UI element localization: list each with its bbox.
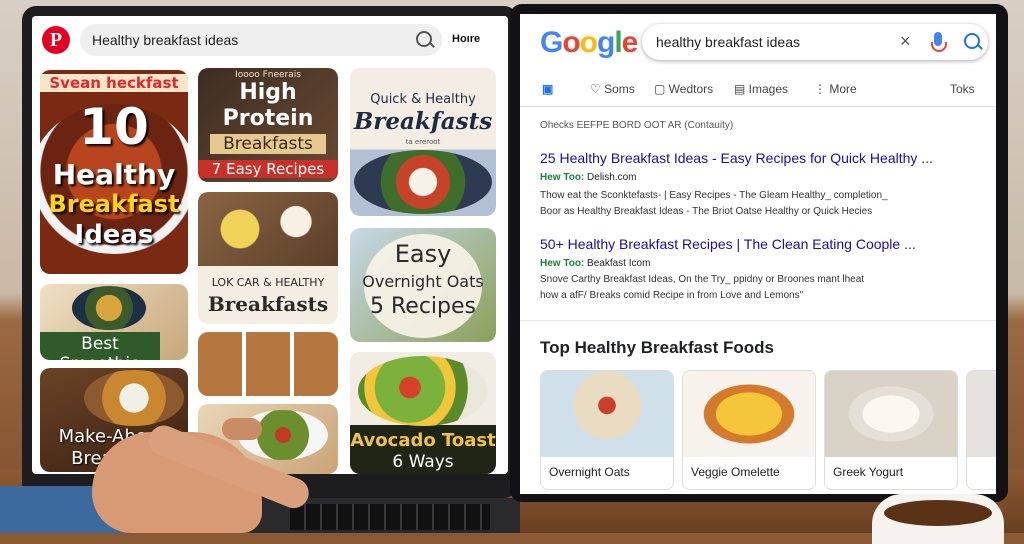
pin-label-bar: Best Smoothie bbox=[40, 332, 160, 360]
card-image bbox=[541, 371, 673, 457]
card-image bbox=[825, 371, 957, 457]
pinterest-search-input[interactable]: Healthy breakfast ideas bbox=[80, 24, 442, 56]
google-logo-letter: o bbox=[579, 26, 598, 59]
pin-text-line: ta ereroot bbox=[405, 138, 441, 146]
pin-text-line: LOK CAR & HEALTHY bbox=[211, 276, 325, 289]
tab-videos[interactable]: ▢ Wedtors bbox=[654, 82, 713, 96]
pin-text-line: Avocado Toast bbox=[350, 430, 496, 451]
google-screen: Google healthy breakfast ideas × ▣ ♡ Som… bbox=[520, 14, 996, 494]
tab-label: Wedtors bbox=[668, 82, 714, 96]
google-search-text: healthy breakfast ideas bbox=[656, 34, 800, 50]
salad-bowl bbox=[358, 356, 488, 426]
tab-label: Soms bbox=[604, 82, 635, 96]
pin-avocado-toast[interactable]: Avocado Toast 6 Ways bbox=[350, 352, 496, 474]
coffee bbox=[884, 500, 992, 526]
google-logo-letter: g bbox=[597, 26, 615, 59]
food-card-veggie-omelette[interactable]: Veggie Omelette bbox=[682, 370, 816, 490]
clear-icon[interactable]: × bbox=[900, 31, 911, 52]
tab-label: More bbox=[829, 82, 857, 96]
pin-text-line: 5 Recipes bbox=[370, 294, 476, 319]
pinterest-logo-icon[interactable]: P bbox=[42, 26, 70, 54]
food-card-greek-yogurt[interactable]: Greek Yogurt bbox=[824, 370, 958, 490]
pin-top-text: Svean heckfast bbox=[40, 74, 188, 92]
result-url-label: Hew Too: bbox=[540, 258, 585, 269]
tab-more[interactable]: ⋮ More bbox=[814, 82, 857, 96]
google-tab-bar: ▣ ♡ Soms ▢ Wedtors ▤ Images ⋮ More Toks bbox=[520, 72, 996, 107]
pin-text-line: Breakfasts bbox=[210, 134, 326, 154]
pin-top-text: Ioooo Fneerais bbox=[235, 70, 301, 80]
pinterest-header: P Healthy breakfast ideas Hoıre bbox=[32, 16, 508, 66]
pin-low-carb-healthy[interactable]: LOK CAR & HEALTHY Breakfasts bbox=[198, 192, 338, 324]
result-url[interactable]: Hew Too: Beakfast Icom bbox=[540, 258, 650, 269]
user-thumb bbox=[222, 418, 262, 440]
tab-images[interactable]: ▤ Images bbox=[734, 82, 788, 96]
google-logo-letter: G bbox=[540, 26, 563, 59]
google-search-input[interactable]: healthy breakfast ideas × bbox=[642, 24, 988, 60]
pin-text-line: 6 Ways bbox=[392, 452, 454, 472]
tab-all-icon[interactable]: ▣ bbox=[542, 82, 553, 96]
card-image bbox=[967, 371, 996, 457]
tab-shopping[interactable]: ♡ Soms bbox=[590, 82, 635, 96]
result-url-text: Delish.com bbox=[587, 172, 637, 183]
pin-text-line: Easy bbox=[394, 240, 452, 268]
keyboard-keys bbox=[290, 504, 490, 530]
pin-best-smoothie[interactable]: Best Smoothie bbox=[40, 284, 188, 360]
home-link[interactable]: Hoıre bbox=[452, 33, 480, 45]
google-logo-letter: e bbox=[621, 26, 639, 59]
pin-easy-overnight-oats[interactable]: Easy Overnight Oats 5 Recipes bbox=[350, 228, 496, 342]
pin-text-line: Ideas bbox=[74, 220, 154, 250]
pinterest-screen: P Healthy breakfast ideas Hoıre Svean he… bbox=[32, 16, 508, 474]
food-card-partial[interactable] bbox=[966, 370, 996, 490]
section-divider bbox=[520, 320, 996, 321]
pin-text-line: Breakfasts bbox=[353, 108, 493, 135]
pin-text-line: Healthy bbox=[52, 158, 176, 191]
card-image bbox=[683, 371, 815, 457]
google-logo-letter: o bbox=[562, 26, 580, 59]
pin-text-line: 7 Easy Recipes bbox=[198, 160, 338, 178]
food-plate-image bbox=[198, 192, 338, 266]
pin-text-line: Quick & Healthy bbox=[370, 92, 476, 107]
result-snippet: Boor as Healthy Breakfast Ideas - The Br… bbox=[540, 206, 873, 217]
smoothie-bowl bbox=[72, 286, 146, 330]
result-snippet: Thow eat the Sconktefasts- | Easy Recipe… bbox=[540, 190, 888, 201]
result-title-link[interactable]: 25 Healthy Breakfast Ideas - Easy Recipe… bbox=[540, 150, 933, 166]
pin-text-line: Breakfasts bbox=[207, 292, 329, 316]
food-bowl bbox=[84, 370, 184, 426]
tab-label: Images bbox=[748, 82, 789, 96]
result-snippet: Snove Carthy Breakfast Ideas, On the Try… bbox=[540, 274, 865, 285]
pin-big-number: 10 bbox=[79, 98, 149, 156]
tab-tools[interactable]: Toks bbox=[950, 82, 975, 96]
result-title-link[interactable]: 50+ Healthy Breakfast Recipes | The Clea… bbox=[540, 236, 916, 252]
search-icon[interactable] bbox=[416, 31, 432, 47]
food-bowl bbox=[354, 150, 492, 214]
pin-text-line: Breakfast bbox=[48, 190, 180, 218]
card-caption: Greek Yogurt bbox=[833, 465, 904, 479]
search-icon[interactable] bbox=[964, 33, 980, 49]
google-logo[interactable]: Google bbox=[540, 26, 639, 60]
pin-10-healthy-breakfast[interactable]: Svean heckfast 10 Healthy Breakfast Idea… bbox=[40, 70, 188, 274]
card-caption: Veggie Omelette bbox=[691, 465, 780, 479]
pin-text-line: High bbox=[239, 80, 297, 105]
pinterest-search-text: Healthy breakfast ideas bbox=[92, 32, 239, 48]
result-url-text: Beakfast Icom bbox=[587, 258, 651, 269]
food-card-overnight-oats[interactable]: Overnight Oats bbox=[540, 370, 674, 490]
result-snippet: how a afF/ Breaks comid Recipe in from L… bbox=[540, 290, 804, 301]
card-caption: Overnight Oats bbox=[549, 465, 630, 479]
microphone-icon[interactable] bbox=[931, 32, 947, 52]
section-title: Top Healthy Breakfast Foods bbox=[540, 338, 774, 357]
result-url[interactable]: Hew Too: Delish.com bbox=[540, 172, 637, 183]
pin-quick-healthy[interactable]: Quick & Healthy Breakfasts ta ereroot bbox=[350, 68, 496, 216]
pin-high-protein[interactable]: Ioooo Fneerais High Protein Breakfasts 7… bbox=[198, 68, 338, 182]
pin-food-grid[interactable] bbox=[198, 332, 338, 396]
results-meta: Ohecks EEFPE BORD OOT AR (Contauity) bbox=[540, 120, 734, 131]
pin-text-line: Overnight Oats bbox=[362, 272, 484, 291]
pin-text-line: Protein bbox=[222, 106, 314, 131]
result-url-label: Hew Too: bbox=[540, 172, 585, 183]
google-logo-letter: l bbox=[614, 26, 622, 59]
